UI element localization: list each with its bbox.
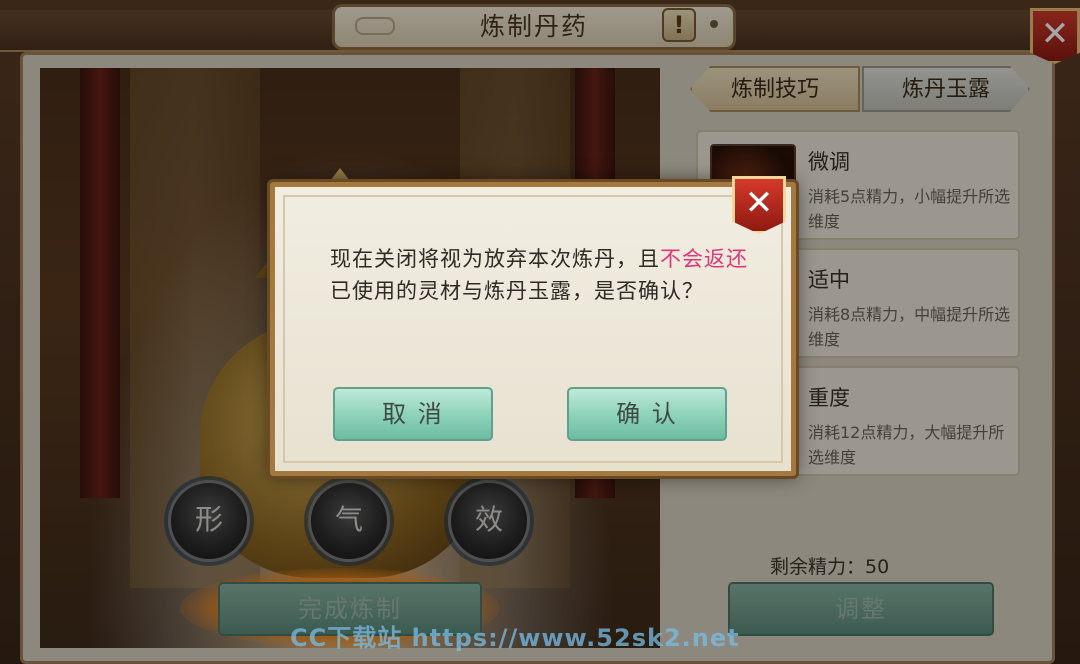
- confirm-dialog: 现在关闭将视为放弃本次炼丹，且不会返还已使用的灵材与炼丹玉露，是否确认？ 取 消…: [270, 182, 796, 476]
- cancel-button[interactable]: 取 消: [333, 387, 493, 441]
- dialog-message: 现在关闭将视为放弃本次炼丹，且不会返还已使用的灵材与炼丹玉露，是否确认？: [330, 243, 750, 307]
- dialog-text-highlight: 不会返还: [660, 247, 748, 271]
- dialog-text-end: 已使用的灵材与炼丹玉露，是否确认？: [330, 279, 704, 303]
- dialog-text-start: 现在关闭将视为放弃本次炼丹，且: [330, 247, 660, 271]
- confirm-button[interactable]: 确 认: [567, 387, 727, 441]
- watermark: CC下载站 https://www.52sk2.net: [290, 624, 740, 652]
